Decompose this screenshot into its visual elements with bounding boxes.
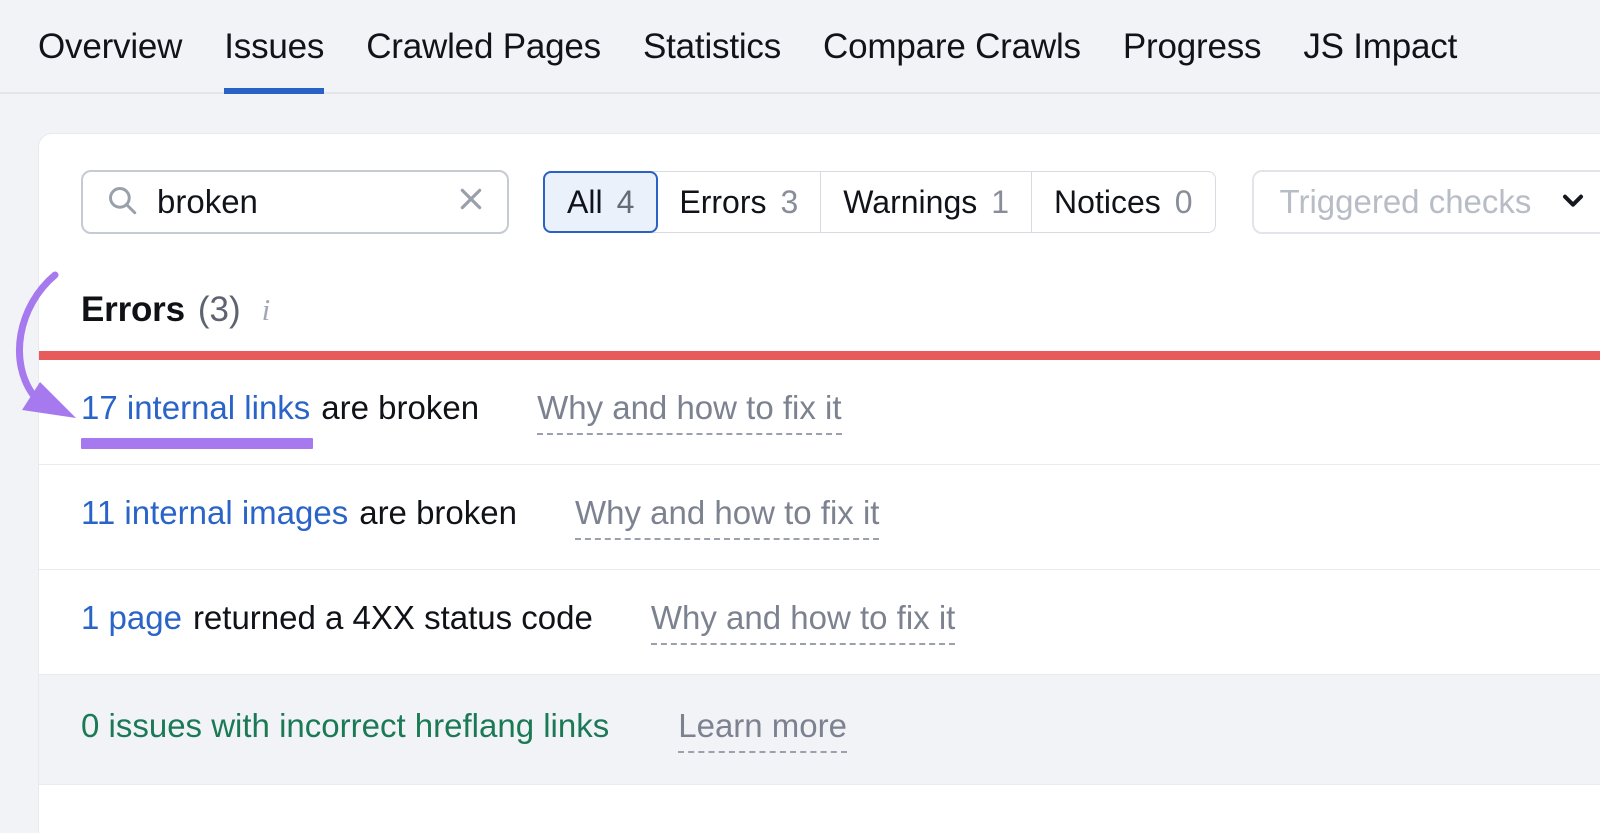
table-row[interactable]: 11 internal images are broken Why and ho… — [39, 465, 1600, 570]
tab-label: Compare Crawls — [823, 27, 1081, 66]
filter-count: 4 — [616, 183, 635, 220]
row-content: 0 issues with incorrect hreflang links L… — [39, 707, 847, 753]
info-icon[interactable]: i — [262, 293, 271, 327]
issue-description: are broken — [359, 494, 517, 531]
issues-list: 17 internal links are broken Why and how… — [39, 360, 1600, 785]
triggered-checks-dropdown[interactable]: Triggered checks — [1251, 170, 1600, 234]
search-icon — [105, 183, 139, 222]
table-row[interactable]: 17 internal links are broken Why and how… — [39, 360, 1600, 465]
tab-progress[interactable]: Progress — [1102, 0, 1282, 94]
issue-link[interactable]: 11 internal images — [81, 494, 348, 532]
tab-list: Overview Issues Crawled Pages Statistics… — [38, 0, 1478, 94]
filter-count: 0 — [1174, 183, 1193, 220]
tab-label: Issues — [224, 27, 325, 66]
tab-label: Progress — [1122, 27, 1262, 66]
tab-label: Overview — [38, 27, 183, 66]
search-input-value: broken — [157, 183, 258, 220]
tab-statistics[interactable]: Statistics — [622, 0, 802, 94]
close-icon[interactable] — [451, 183, 491, 221]
filter-label: Notices — [1054, 183, 1161, 220]
filter-label: Warnings — [843, 183, 978, 220]
errors-count: (3) — [197, 290, 241, 329]
why-and-how-to-fix-it-link[interactable]: Why and how to fix it — [537, 390, 842, 435]
filter-warnings[interactable]: Warnings 1 — [821, 172, 1033, 232]
why-and-how-to-fix-it-link[interactable]: Why and how to fix it — [650, 600, 956, 645]
filter-count: 1 — [991, 183, 1010, 220]
severity-bar-error — [39, 351, 1600, 360]
issue-link[interactable]: 17 internal links — [81, 389, 314, 449]
row-content: 11 internal images are broken Why and ho… — [39, 494, 880, 540]
tab-compare-crawls[interactable]: Compare Crawls — [802, 0, 1102, 94]
table-row[interactable]: 0 issues with incorrect hreflang links L… — [39, 675, 1600, 785]
learn-more-link[interactable]: Learn more — [678, 707, 847, 753]
issue-description: returned a 4XX status code — [192, 599, 593, 636]
tab-label: Crawled Pages — [366, 27, 601, 66]
row-content: 17 internal links are broken Why and how… — [39, 389, 842, 449]
search-input[interactable]: broken — [81, 170, 509, 234]
issue-link[interactable]: 1 page — [81, 599, 182, 637]
row-content: 1 page returned a 4XX status code Why an… — [39, 599, 956, 645]
filter-errors[interactable]: Errors 3 — [657, 172, 822, 232]
filter-label: Errors — [679, 183, 767, 220]
tab-label: JS Impact — [1303, 27, 1458, 66]
tab-label: Statistics — [642, 27, 782, 66]
dropdown-label: Triggered checks — [1279, 183, 1532, 220]
page-title: Errors — [81, 290, 185, 329]
table-row[interactable]: 1 page returned a 4XX status code Why an… — [39, 570, 1600, 675]
severity-filter-group: All 4 Errors 3 Warnings 1 Notices 0 — [543, 171, 1216, 233]
tab-overview[interactable]: Overview — [38, 0, 203, 94]
tab-crawled-pages[interactable]: Crawled Pages — [345, 0, 622, 94]
tab-js-impact[interactable]: JS Impact — [1282, 0, 1478, 94]
issue-link[interactable]: 0 issues with incorrect hreflang links — [81, 707, 609, 745]
tab-issues[interactable]: Issues — [203, 0, 345, 94]
filter-all[interactable]: All 4 — [543, 171, 659, 233]
chevron-down-icon — [1557, 184, 1589, 221]
errors-section-heading: Errors (3) i — [81, 286, 270, 334]
why-and-how-to-fix-it-link[interactable]: Why and how to fix it — [574, 495, 880, 540]
filter-count: 3 — [780, 183, 799, 220]
filter-label: All — [567, 183, 603, 220]
top-tab-bar: Overview Issues Crawled Pages Statistics… — [0, 0, 1600, 94]
issues-card: broken All 4 Errors 3 Warnings 1 Notices… — [38, 133, 1600, 833]
issues-toolbar: broken All 4 Errors 3 Warnings 1 Notices… — [81, 170, 1600, 234]
filter-notices[interactable]: Notices 0 — [1032, 172, 1215, 232]
issue-description: are broken — [321, 389, 480, 426]
